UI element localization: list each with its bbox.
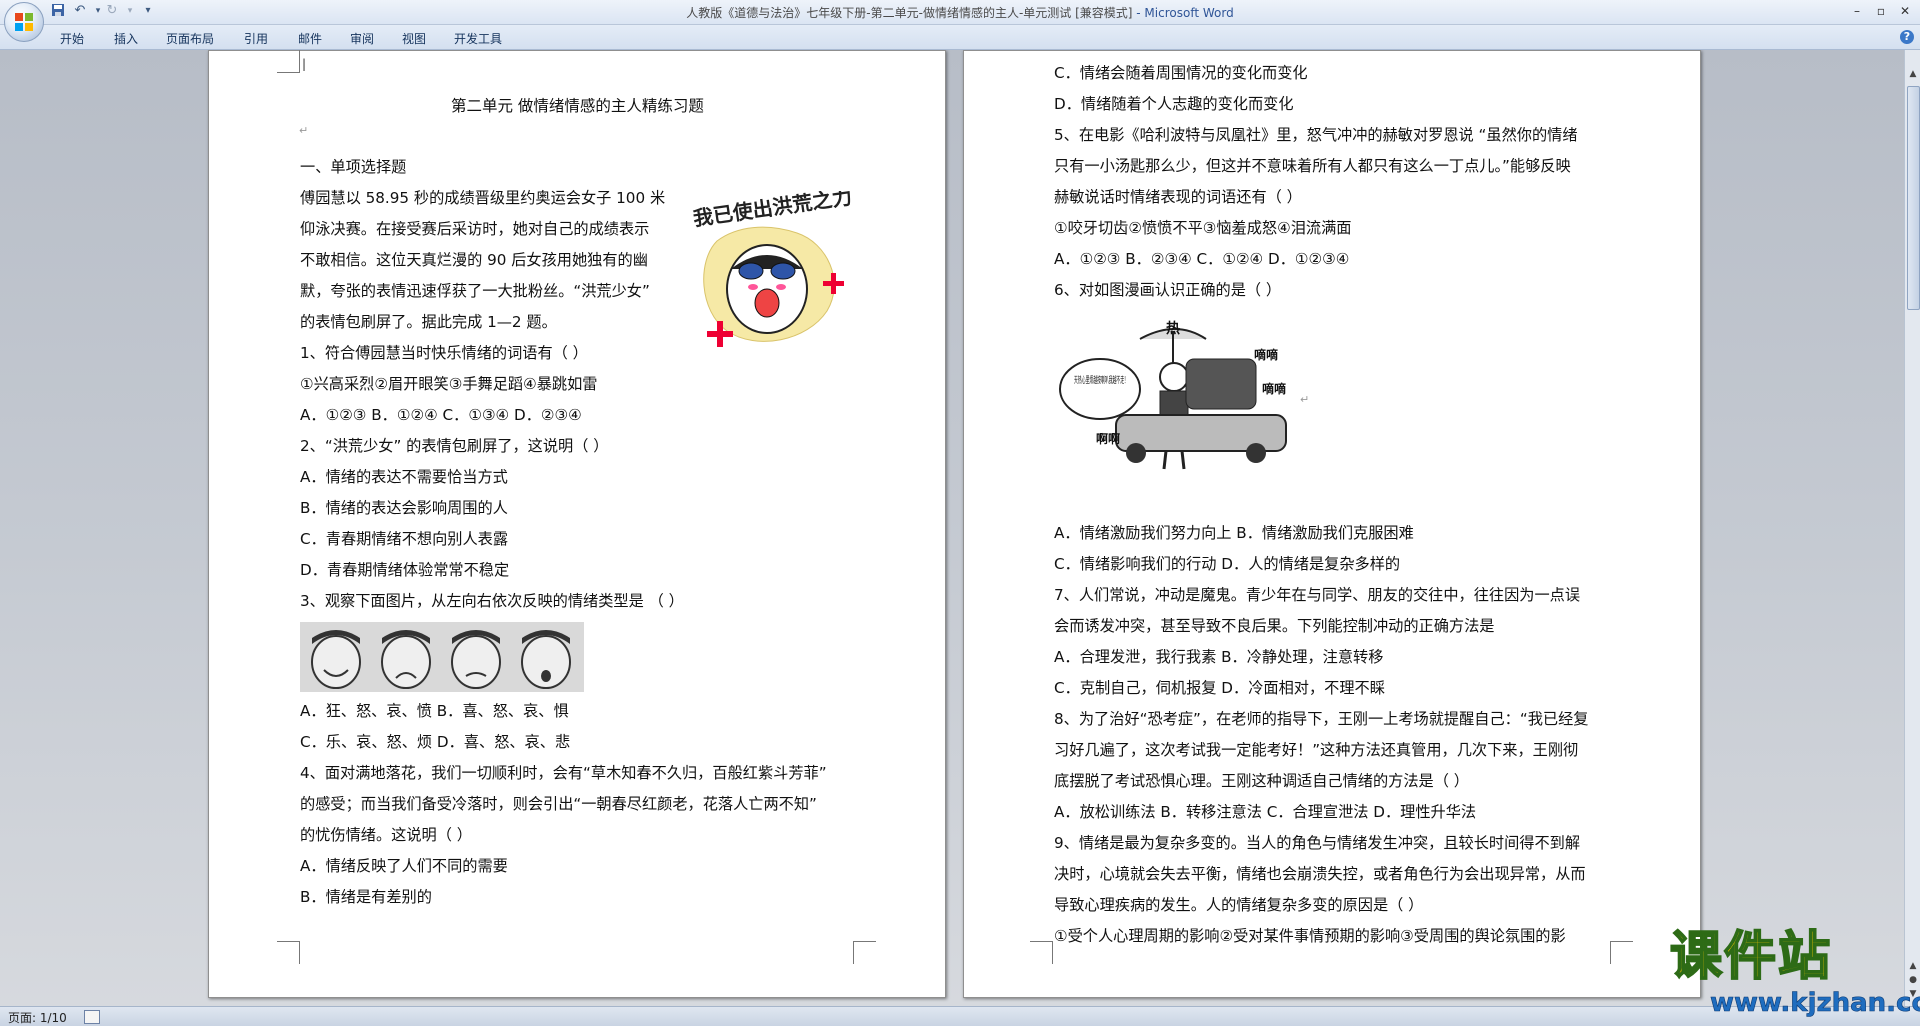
document-title: 第二单元 做情绪情感的主人精练习题 bbox=[451, 97, 704, 115]
watermark-url: www.kjzhan.com bbox=[1710, 988, 1920, 1019]
question-4: 4、面对满地落花，我们一切顺利时，会有“草木知春不久归，百般红紫斗芳菲” bbox=[300, 764, 827, 782]
question-7-options: C．克制自己，伺机报复 D．冷面相对，不理不睬 bbox=[1054, 679, 1385, 697]
question-8: 8、为了治好“恐考症”，在老师的指导下，王刚一上考场就提醒自己：“我已经复 bbox=[1054, 710, 1589, 728]
option-line: A．情绪的表达不需要恰当方式 bbox=[300, 468, 508, 486]
option-line: D．情绪随着个人志趣的变化而变化 bbox=[1054, 95, 1294, 113]
title-bar: ↶ ▾ ↻ ▾ ▾ 人教版《道德与法治》七年级下册-第二单元-做情绪情感的主人-… bbox=[0, 0, 1920, 42]
scroll-up-icon[interactable]: ▲ bbox=[1905, 66, 1920, 82]
paragraph-line: 决时，心境就会失去平衡，情绪也会崩溃失控，或者角色行为会出现异常，从而 bbox=[1054, 865, 1586, 883]
office-logo-icon bbox=[15, 13, 33, 31]
option-line: C．情绪会随着周围情况的变化而变化 bbox=[1054, 64, 1308, 82]
crop-mark bbox=[1030, 941, 1053, 964]
cartoon-label: 嘀嘀 bbox=[1262, 381, 1286, 396]
paragraph-line: 不敢相信。这位天真烂漫的 90 后女孩用她独有的幽 bbox=[300, 251, 648, 269]
watermark-logo: 课件站 www.kjzhan.com bbox=[1669, 926, 1920, 1020]
option-line: B．情绪是有差别的 bbox=[300, 888, 432, 906]
minimize-icon[interactable]: – bbox=[1846, 2, 1868, 20]
question-2: 2、“洪荒少女” 的表情包刷屏了，这说明（ ） bbox=[300, 437, 609, 455]
question-9-items: ①受个人心理周期的影响②受对某件事情预期的影响③受周围的舆论氛围的影 bbox=[1054, 927, 1566, 945]
question-9: 9、情绪是最为复杂多变的。当人的角色与情绪发生冲突，且较长时间得不到解 bbox=[1054, 834, 1581, 852]
cartoon-label: 嘀嘀 bbox=[1254, 347, 1278, 362]
question-6-options: A．情绪激励我们努力向上 B．情绪激励我们克服困难 bbox=[1054, 524, 1414, 542]
close-icon[interactable]: ✕ bbox=[1894, 2, 1916, 20]
cartoon-image: 天热心里烦越按喇叭我越不走！ 热 嘀嘀 嘀嘀 啊啊 bbox=[1056, 319, 1296, 474]
document-page-2[interactable]: C．情绪会随着周围情况的变化而变化 D．情绪随着个人志趣的变化而变化 5、在电影… bbox=[963, 50, 1701, 998]
document-workspace: | 第二单元 做情绪情感的主人精练习题 ↵ 一、单项选择题 傅园慧以 58.95… bbox=[0, 50, 1904, 1006]
maximize-icon[interactable]: ▫ bbox=[1870, 2, 1892, 20]
paragraph-line: 只有一小汤匙那么少，但这并不意味着所有人都只有这么一丁点儿。”能够反映 bbox=[1054, 157, 1571, 175]
cartoon-label: 热 bbox=[1166, 320, 1180, 337]
watermark-text: 课件站 bbox=[1669, 926, 1833, 987]
paragraph-mark: ↵ bbox=[299, 124, 309, 137]
window-title: 人教版《道德与法治》七年级下册-第二单元-做情绪情感的主人-单元测试 [兼容模式… bbox=[0, 4, 1920, 21]
option-line: B．情绪的表达会影响周围的人 bbox=[300, 499, 508, 517]
question-1: 1、符合傅园慧当时快乐情绪的词语有（ ） bbox=[300, 344, 588, 362]
question-3-options: C．乐、哀、怒、烦 D．喜、怒、哀、悲 bbox=[300, 733, 571, 751]
tab-mailings[interactable]: 邮件 bbox=[298, 30, 322, 47]
question-7: 7、人们常说，冲动是魔鬼。青少年在与同学、朋友的交往中，往往因为一点误 bbox=[1054, 586, 1581, 604]
app-name: - Microsoft Word bbox=[1132, 6, 1234, 20]
paragraph-mark: ↵ bbox=[1300, 393, 1310, 406]
crop-mark bbox=[277, 941, 300, 964]
paragraph-line: 赫敏说话时情绪表现的词语还有（ ） bbox=[1054, 188, 1302, 206]
emotion-faces-image bbox=[300, 622, 584, 692]
cartoon-label: 啊啊 bbox=[1096, 431, 1120, 446]
question-6: 6、对如图漫画认识正确的是（ ） bbox=[1054, 281, 1282, 299]
question-5-options: A．①②③ B．②③④ C．①②④ D．①②③④ bbox=[1054, 250, 1350, 268]
tab-review[interactable]: 审阅 bbox=[350, 30, 374, 47]
tab-view[interactable]: 视图 bbox=[402, 30, 426, 47]
document-page-1[interactable]: | 第二单元 做情绪情感的主人精练习题 ↵ 一、单项选择题 傅园慧以 58.95… bbox=[208, 50, 946, 998]
crop-mark bbox=[1610, 941, 1633, 964]
office-button[interactable] bbox=[4, 2, 44, 42]
text-cursor: | bbox=[302, 57, 307, 71]
paragraph-line: 导致心理疾病的发生。人的情绪复杂多变的原因是（ ） bbox=[1054, 896, 1424, 914]
question-1-items: ①兴高采烈②眉开眼笑③手舞足蹈④暴跳如雷 bbox=[300, 375, 598, 393]
scroll-thumb[interactable] bbox=[1907, 86, 1920, 310]
tab-insert[interactable]: 插入 bbox=[114, 30, 138, 47]
option-line: A．情绪反映了人们不同的需要 bbox=[300, 857, 508, 875]
page-number-status[interactable]: 页面: 1/10 bbox=[8, 1009, 67, 1026]
question-5-items: ①咬牙切齿②愤愤不平③恼羞成怒④泪流满面 bbox=[1054, 219, 1352, 237]
paragraph-line: 傅园慧以 58.95 秒的成绩晋级里约奥运会女子 100 米 bbox=[300, 189, 666, 207]
cartoon-bubble: 天热心里烦越按喇叭我越不走！ bbox=[1074, 374, 1128, 386]
section-heading: 一、单项选择题 bbox=[300, 158, 407, 176]
crop-mark bbox=[277, 50, 300, 73]
option-line: D．青春期情绪体验常常不稳定 bbox=[300, 561, 510, 579]
status-bar: 页面: 1/10 bbox=[0, 1006, 1920, 1026]
tab-page-layout[interactable]: 页面布局 bbox=[166, 30, 214, 47]
paragraph-line: 仰泳决赛。在接受赛后采访时，她对自己的成绩表示 bbox=[300, 220, 650, 238]
question-6-options: C．情绪影响我们的行动 D．人的情绪是复杂多样的 bbox=[1054, 555, 1401, 573]
tab-references[interactable]: 引用 bbox=[244, 30, 268, 47]
meme-image: 我已使出洪荒之力！ bbox=[687, 191, 853, 349]
vertical-scrollbar[interactable]: ▲ ▲ ● ▼ bbox=[1904, 50, 1920, 1006]
paragraph-line: 默，夸张的表情迅速俘获了一大批粉丝。“洪荒少女” bbox=[300, 282, 650, 300]
paragraph-line: 的忧伤情绪。这说明（ ） bbox=[300, 826, 472, 844]
tab-developer[interactable]: 开发工具 bbox=[454, 30, 502, 47]
paragraph-line: 的感受；而当我们备受冷落时，则会引出“一朝春尽红颜老，花落人亡两不知” bbox=[300, 795, 817, 813]
paragraph-line: 的表情包刷屏了。据此完成 1—2 题。 bbox=[300, 313, 557, 331]
document-name: 人教版《道德与法治》七年级下册-第二单元-做情绪情感的主人-单元测试 [兼容模式… bbox=[686, 6, 1133, 20]
option-line: C．青春期情绪不想向别人表露 bbox=[300, 530, 509, 548]
help-icon[interactable]: ? bbox=[1900, 30, 1914, 44]
proofing-icon[interactable] bbox=[84, 1010, 100, 1024]
question-7-options: A．合理发泄，我行我素 B．冷静处理，注意转移 bbox=[1054, 648, 1384, 666]
crop-mark bbox=[853, 941, 876, 964]
ribbon-tab-bar: 开始 插入 页面布局 引用 邮件 审阅 视图 开发工具 ? bbox=[0, 25, 1920, 50]
paragraph-line: 底摆脱了考试恐惧心理。王刚这种调适自己情绪的方法是（ ） bbox=[1054, 772, 1469, 790]
question-1-options: A．①②③ B．①②④ C．①③④ D．②③④ bbox=[300, 406, 582, 424]
question-8-options: A．放松训练法 B．转移注意法 C．合理宣泄法 D．理性升华法 bbox=[1054, 803, 1477, 821]
question-3: 3、观察下面图片，从左向右依次反映的情绪类型是 （ ） bbox=[300, 592, 684, 610]
paragraph-line: 习好几遍了，这次考试我一定能考好！”这种方法还真管用，几次下来，王刚彻 bbox=[1054, 741, 1579, 759]
paragraph-line: 会而诱发冲突，甚至导致不良后果。下列能控制冲动的正确方法是 bbox=[1054, 617, 1495, 635]
tab-home[interactable]: 开始 bbox=[60, 30, 84, 47]
question-5: 5、在电影《哈利波特与凤凰社》里，怒气冲冲的赫敏对罗恩说 “虽然你的情绪 bbox=[1054, 126, 1578, 144]
question-3-options: A．狂、怒、哀、愤 B．喜、怒、哀、惧 bbox=[300, 702, 569, 720]
